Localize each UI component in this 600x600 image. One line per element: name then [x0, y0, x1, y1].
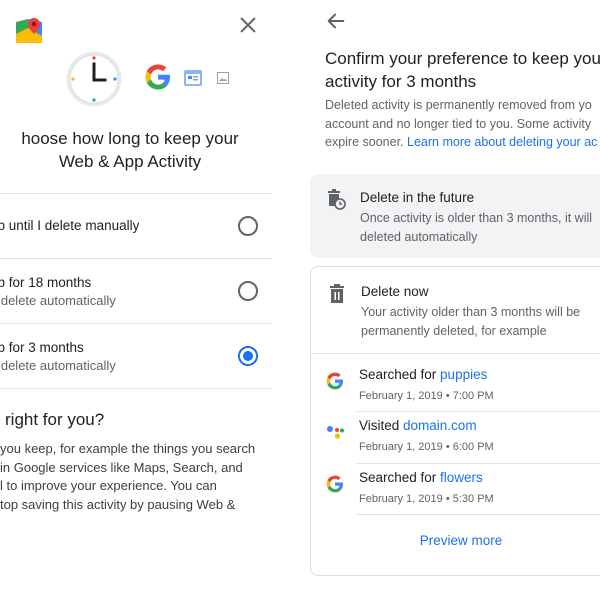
confirm-panel: Confirm your preference to keep you acti… — [300, 0, 600, 600]
desc-line: Deleted activity is permanently removed … — [325, 98, 592, 112]
option-label: ep until I delete manually — [0, 218, 140, 233]
history-target-link[interactable]: flowers — [440, 470, 483, 485]
desc-line: expire sooner. Learn more about deleting… — [325, 133, 600, 152]
divider — [0, 193, 272, 194]
confirm-title-line2: activity for 3 months — [325, 72, 477, 91]
confirm-title: Confirm your preference to keep you acti… — [325, 47, 600, 93]
image-icon — [217, 72, 229, 84]
history-action-verb: Searched for — [359, 470, 441, 485]
divider — [0, 323, 272, 324]
history-time: February 1, 2019 • 7:00 PM — [359, 390, 494, 402]
delete-future-sub-line: Once activity is older than 3 months, it… — [360, 211, 593, 225]
history-target-link[interactable]: puppies — [440, 367, 487, 382]
history-target-link[interactable]: domain.com — [403, 418, 477, 433]
close-icon[interactable] — [237, 14, 259, 36]
history-action: Searched for puppies — [359, 367, 487, 382]
option-label: ep for 3 months — [0, 340, 84, 355]
google-icon — [326, 372, 343, 390]
history-time: February 1, 2019 • 5:30 PM — [359, 493, 494, 505]
history-action: Searched for flowers — [359, 470, 483, 485]
delete-now-sub-line: permanently deleted, for example — [361, 324, 547, 338]
retention-options-panel: hoose how long to keep your Web & App Ac… — [0, 0, 288, 600]
retention-title-line1: hoose how long to keep your — [21, 129, 239, 148]
delete-future-sub-line: deleted automatically — [360, 230, 478, 244]
history-item[interactable]: Searched for flowers February 1, 2019 • … — [311, 460, 600, 512]
trash-clock-icon — [328, 189, 346, 210]
back-arrow-icon[interactable] — [325, 10, 347, 32]
assistant-icon — [327, 426, 344, 439]
trash-icon — [330, 284, 344, 303]
clock-icon — [66, 51, 122, 107]
body-line: in Google services like Maps, Search, an… — [0, 459, 243, 475]
history-item[interactable]: Visited domain.com February 1, 2019 • 6:… — [311, 408, 600, 460]
divider — [0, 388, 272, 389]
desc-line-prefix: expire sooner. — [325, 135, 407, 149]
desc-line: account and no longer tied to you. Some … — [325, 116, 592, 131]
radio-keep-3-months[interactable] — [238, 346, 258, 366]
history-item[interactable]: Searched for puppies February 1, 2019 • … — [311, 357, 600, 409]
history-action-verb: Visited — [359, 418, 404, 433]
section-body: you keep, for example the things you sea… — [0, 440, 270, 514]
body-line: l to improve your experience. You can — [0, 478, 217, 493]
option-sublabel: n delete automatically — [0, 358, 116, 373]
delete-now-card: Delete now Your activity older than 3 mo… — [310, 266, 600, 576]
divider — [0, 258, 272, 259]
section-heading: is right for you? — [0, 410, 105, 429]
history-action-verb: Searched for — [359, 367, 441, 382]
google-sites-icon — [184, 70, 202, 86]
google-icon — [145, 64, 170, 90]
learn-more-link[interactable]: Learn more about deleting your ac — [407, 135, 597, 149]
option-label: ep for 18 months — [0, 275, 92, 290]
history-action: Visited domain.com — [359, 418, 477, 433]
radio-keep-manually[interactable] — [238, 216, 258, 236]
delete-future-card: Delete in the future Once activity is ol… — [310, 174, 600, 258]
google-icon — [326, 475, 343, 493]
history-time: February 1, 2019 • 6:00 PM — [359, 441, 494, 453]
delete-now-title: Delete now — [361, 284, 429, 299]
maps-icon — [16, 18, 42, 43]
confirm-description: Deleted activity is permanently removed … — [325, 96, 600, 152]
delete-future-title: Delete in the future — [360, 190, 475, 205]
radio-keep-18-months[interactable] — [238, 281, 258, 301]
retention-title: hoose how long to keep your Web & App Ac… — [0, 127, 288, 173]
divider — [311, 353, 600, 354]
retention-title-line2: Web & App Activity — [58, 152, 202, 171]
option-sublabel: n delete automatically — [0, 293, 116, 308]
preview-more-button[interactable]: Preview more — [311, 533, 600, 548]
delete-now-sub-line: Your activity older than 3 months will b… — [361, 305, 581, 319]
confirm-title-line1: Confirm your preference to keep you — [325, 49, 600, 68]
body-line: top saving this activity by pausing Web … — [0, 496, 236, 512]
divider — [357, 514, 600, 515]
body-line: you keep, for example the things you sea… — [0, 441, 256, 456]
